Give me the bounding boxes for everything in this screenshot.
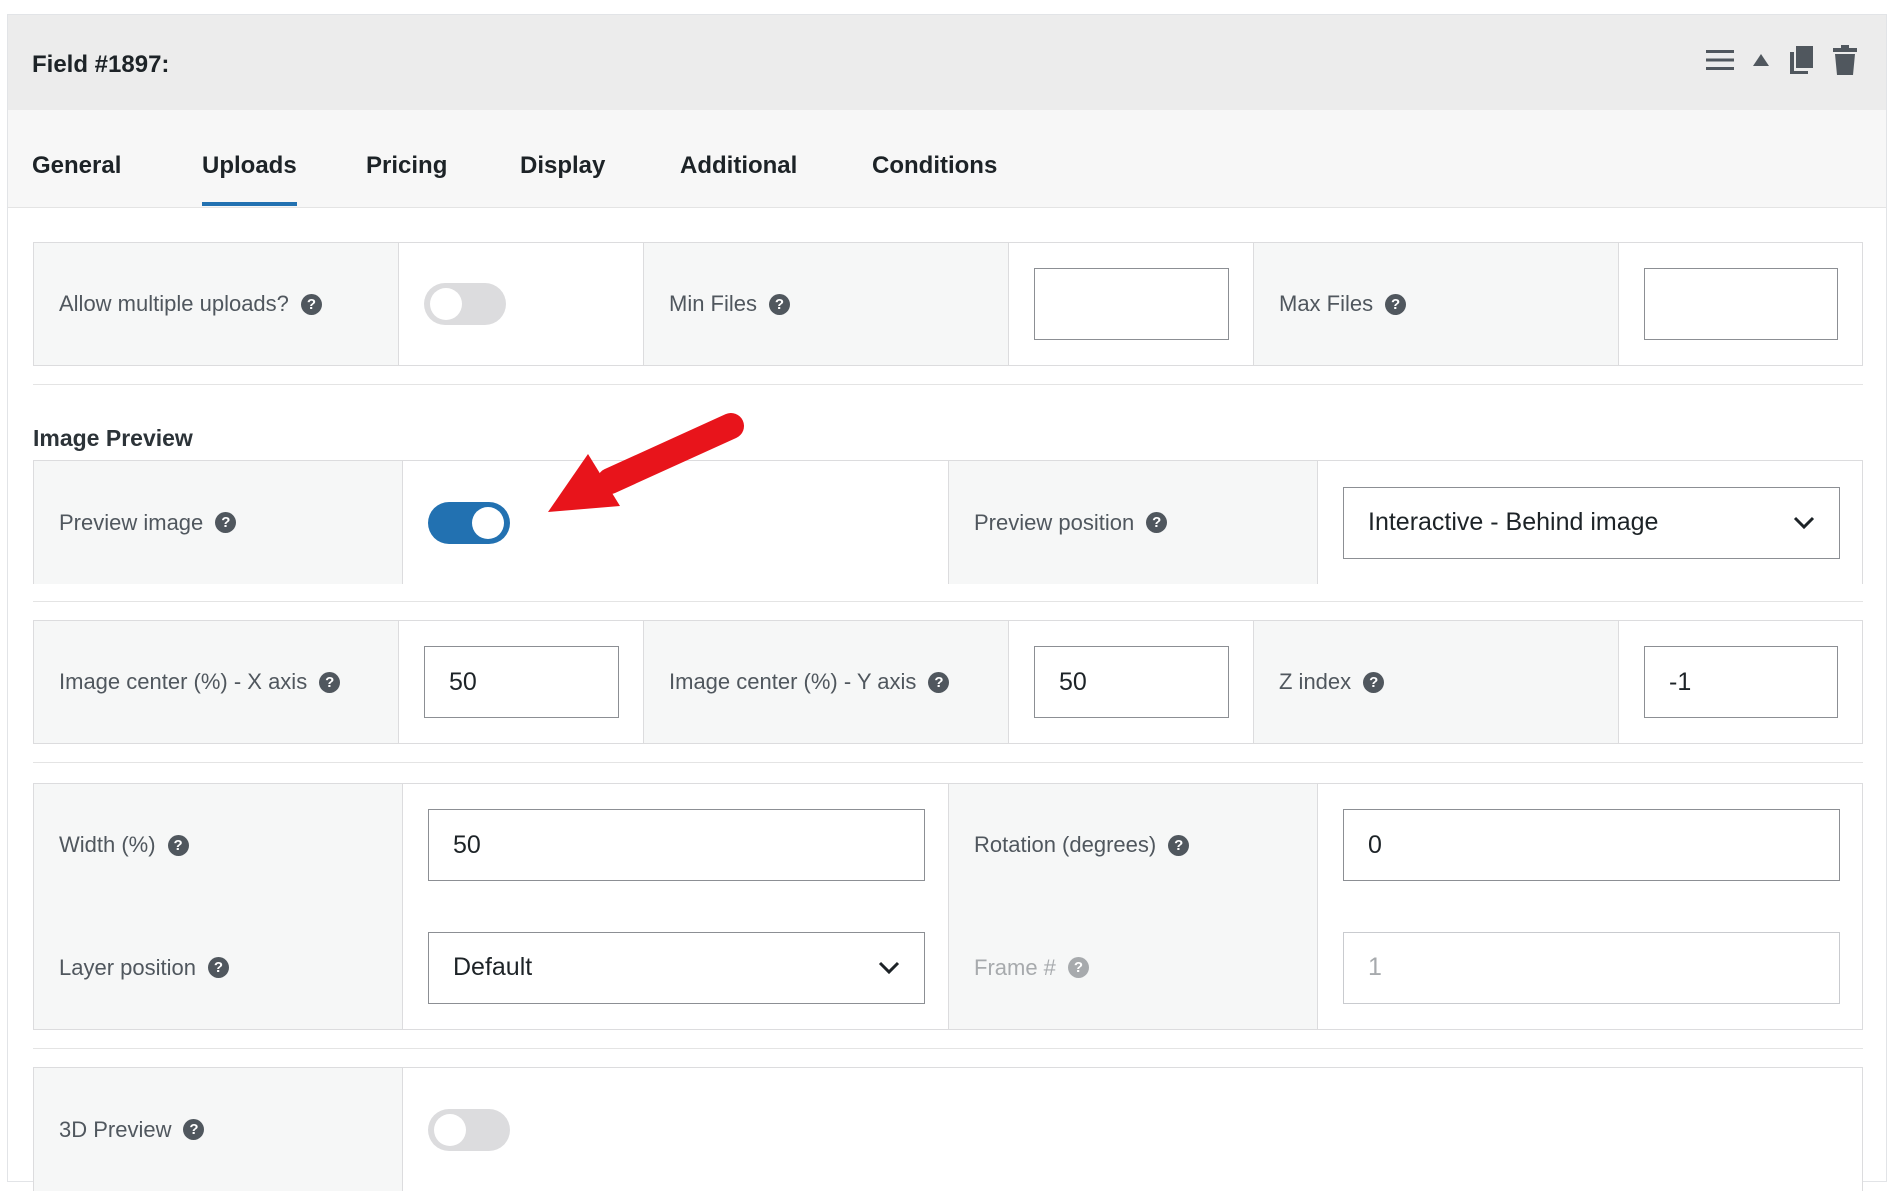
duplicate-icon[interactable] xyxy=(1788,45,1814,75)
center-y-value-cell: 50 xyxy=(1009,621,1254,743)
help-icon[interactable]: ? xyxy=(167,834,189,856)
min-files-value-cell xyxy=(1009,243,1254,365)
max-files-value-cell xyxy=(1619,243,1862,365)
tab-bar: General Uploads Pricing Display Addition… xyxy=(8,110,1886,208)
preview-3d-toggle[interactable] xyxy=(428,1108,510,1151)
help-icon[interactable]: ? xyxy=(207,957,229,978)
center-y-label: Image center (%) - Y axis xyxy=(669,669,917,694)
divider xyxy=(33,762,1863,763)
tab-conditions[interactable]: Conditions xyxy=(872,152,997,180)
width-rotation-row: Width (%)? 50 Rotation (degrees)? 0 xyxy=(33,783,1863,907)
field-header: Field #1897: xyxy=(8,15,1886,110)
preview-3d-value-cell xyxy=(403,1068,1862,1191)
max-files-label-cell: Max Files? xyxy=(1254,243,1619,365)
width-label: Width (%) xyxy=(59,832,156,857)
toggle-knob xyxy=(430,288,462,320)
min-files-input[interactable] xyxy=(1034,268,1229,340)
center-x-label: Image center (%) - X axis xyxy=(59,669,308,694)
chevron-down-icon xyxy=(1793,516,1815,529)
divider xyxy=(33,601,1863,602)
frame-label-cell: Frame #? xyxy=(949,906,1318,1029)
layer-position-label-cell: Layer position? xyxy=(34,906,403,1029)
preview-position-value-cell: Interactive - Behind image xyxy=(1318,461,1862,584)
position-row: Image center (%) - X axis? 50 Image cent… xyxy=(33,620,1863,744)
help-icon[interactable]: ? xyxy=(769,293,791,315)
z-index-value-cell: -1 xyxy=(1619,621,1862,743)
allow-multiple-label-cell: Allow multiple uploads?? xyxy=(34,243,399,365)
max-files-input[interactable] xyxy=(1644,268,1838,340)
preview-position-label: Preview position xyxy=(974,509,1135,535)
help-icon[interactable]: ? xyxy=(1067,957,1089,978)
frame-label: Frame # xyxy=(974,954,1056,980)
toggle-knob xyxy=(472,506,504,539)
max-files-label: Max Files xyxy=(1279,291,1374,316)
tab-uploads[interactable]: Uploads xyxy=(202,152,297,206)
width-value-cell: 50 xyxy=(403,784,949,906)
preview-position-value: Interactive - Behind image xyxy=(1368,508,1659,536)
center-x-value-cell: 50 xyxy=(399,621,644,743)
collapse-up-icon[interactable] xyxy=(1752,53,1770,67)
tab-display[interactable]: Display xyxy=(520,152,605,180)
z-index-input[interactable]: -1 xyxy=(1644,646,1838,718)
rotation-label-cell: Rotation (degrees)? xyxy=(949,784,1318,906)
layer-frame-row: Layer position? Default Frame #? 1 xyxy=(33,906,1863,1030)
preview-3d-label: 3D Preview xyxy=(59,1116,172,1142)
tab-general[interactable]: General xyxy=(32,152,121,180)
center-y-label-cell: Image center (%) - Y axis? xyxy=(644,621,1009,743)
allow-multiple-toggle[interactable] xyxy=(424,283,506,325)
tab-pricing[interactable]: Pricing xyxy=(366,152,447,180)
help-icon[interactable]: ? xyxy=(1146,512,1168,533)
preview-position-select[interactable]: Interactive - Behind image xyxy=(1343,486,1840,559)
min-files-label: Min Files xyxy=(669,291,758,316)
help-icon[interactable]: ? xyxy=(1385,293,1407,315)
help-icon[interactable]: ? xyxy=(183,1119,205,1140)
center-x-input[interactable]: 50 xyxy=(424,646,619,718)
preview-position-label-cell: Preview position? xyxy=(949,461,1318,584)
rotation-label: Rotation (degrees) xyxy=(974,832,1157,857)
preview-3d-row: 3D Preview? xyxy=(33,1067,1863,1191)
divider xyxy=(33,1048,1863,1049)
trash-icon[interactable] xyxy=(1832,45,1858,75)
help-icon[interactable]: ? xyxy=(215,512,237,533)
center-x-label-cell: Image center (%) - X axis? xyxy=(34,621,399,743)
layer-position-value-cell: Default xyxy=(403,906,949,1029)
field-actions xyxy=(1706,45,1858,75)
field-title: Field #1897: xyxy=(32,51,170,78)
allow-multiple-label: Allow multiple uploads? xyxy=(59,291,289,316)
preview-image-row: Preview image? Preview position? Interac… xyxy=(33,460,1863,584)
help-icon[interactable]: ? xyxy=(319,671,341,693)
allow-multiple-value-cell xyxy=(399,243,644,365)
preview-image-label: Preview image xyxy=(59,509,204,535)
help-icon[interactable]: ? xyxy=(1363,671,1385,693)
toggle-knob xyxy=(434,1113,466,1146)
center-y-input[interactable]: 50 xyxy=(1034,646,1229,718)
help-icon[interactable]: ? xyxy=(1168,834,1190,856)
annotation-arrow-icon xyxy=(548,413,744,512)
help-icon[interactable]: ? xyxy=(300,293,322,315)
layer-position-value: Default xyxy=(453,953,533,981)
preview-3d-label-cell: 3D Preview? xyxy=(34,1068,403,1191)
layer-position-select[interactable]: Default xyxy=(428,931,925,1004)
tab-additional[interactable]: Additional xyxy=(680,152,797,180)
width-input[interactable]: 50 xyxy=(428,809,925,881)
divider xyxy=(33,384,1863,385)
rotation-input[interactable]: 0 xyxy=(1343,809,1840,881)
z-index-label: Z index xyxy=(1279,669,1352,694)
preview-image-label-cell: Preview image? xyxy=(34,461,403,584)
layer-position-label: Layer position xyxy=(59,954,196,980)
menu-icon[interactable] xyxy=(1706,49,1734,71)
rotation-value-cell: 0 xyxy=(1318,784,1862,906)
image-preview-heading: Image Preview xyxy=(33,425,193,451)
z-index-label-cell: Z index? xyxy=(1254,621,1619,743)
preview-image-toggle[interactable] xyxy=(428,501,510,544)
frame-input[interactable]: 1 xyxy=(1343,931,1840,1004)
frame-value-cell: 1 xyxy=(1318,906,1862,1029)
uploads-row: Allow multiple uploads?? Min Files? Max … xyxy=(33,242,1863,366)
width-label-cell: Width (%)? xyxy=(34,784,403,906)
help-icon[interactable]: ? xyxy=(928,671,950,693)
chevron-down-icon xyxy=(878,961,900,974)
min-files-label-cell: Min Files? xyxy=(644,243,1009,365)
field-panel: Field #1897: General Uploads Pricing Dis… xyxy=(7,14,1887,1191)
